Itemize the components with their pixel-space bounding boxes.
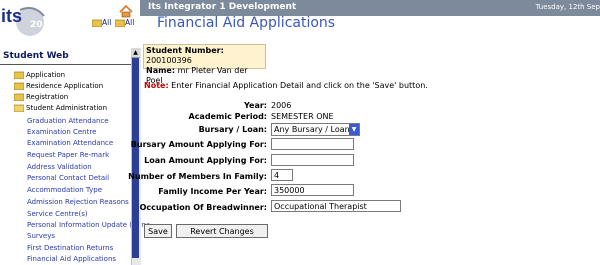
- breadwinner-occupation-label: Occupation Of Breadwinner:: [139, 203, 267, 212]
- sidebar-item-label: Registration: [26, 93, 69, 101]
- sidebar-subitem-active[interactable]: Financial Aid Applications: [27, 255, 116, 263]
- sidebar-subitem[interactable]: Surveys: [27, 232, 55, 240]
- bursary-loan-selected: Any Bursary / Loan: [274, 125, 350, 134]
- sidebar-item-registration[interactable]: Registration: [14, 93, 68, 101]
- sidebar-item-label: Application: [26, 71, 66, 79]
- sidebar-divider: [0, 64, 140, 65]
- student-name-label: Name:: [146, 66, 176, 75]
- family-income-label: Famliy Income Per Year:: [158, 187, 267, 196]
- sidebar-item-application[interactable]: Application: [14, 71, 65, 79]
- sidebar-subitem[interactable]: Address Validation: [27, 163, 92, 171]
- breadwinner-occupation-input[interactable]: Occupational Therapist: [271, 200, 401, 212]
- academic-period-value: SEMESTER ONE: [271, 112, 334, 121]
- date-label: Tuesday, 12th Sep: [535, 3, 600, 11]
- note-label: Note:: [144, 81, 169, 90]
- family-income-input[interactable]: 350000: [271, 184, 354, 196]
- save-button[interactable]: Save: [144, 224, 172, 238]
- folder-open-icon: [14, 104, 24, 112]
- folder-icon: [92, 19, 102, 27]
- folder-icon: [14, 82, 24, 90]
- folder-icon: [14, 93, 24, 101]
- sidebar-subitem[interactable]: Accommodation Type: [27, 186, 102, 194]
- revert-changes-button[interactable]: Revert Changes: [176, 224, 268, 238]
- family-members-label: Number of Members In Family:: [128, 172, 267, 181]
- bursary-amount-input[interactable]: [271, 138, 354, 150]
- bursary-amount-label: Bursary Amount Applying For:: [130, 140, 267, 149]
- sidebar-item-label: Residence Application: [26, 82, 104, 90]
- all-link-2[interactable]: All: [115, 18, 134, 27]
- sidebar-subitem[interactable]: Request Paper Re-mark: [27, 151, 109, 159]
- loan-amount-label: Loan Amount Applying For:: [144, 156, 267, 165]
- logo-text: its: [1, 6, 23, 26]
- all-link-2-label: All: [125, 18, 135, 27]
- page-title: Financial Aid Applications: [157, 15, 336, 31]
- academic-period-label: Academic Period:: [188, 112, 268, 121]
- year-label: Year:: [243, 101, 267, 110]
- note-message: Enter Financial Application Detail and c…: [168, 81, 428, 90]
- scrollbar-thumb[interactable]: [132, 58, 139, 258]
- sidebar-item-residence[interactable]: Residence Application: [14, 82, 103, 90]
- year-value: 2006: [271, 101, 292, 110]
- note-text: Note: Enter Financial Application Detail…: [144, 81, 428, 90]
- all-link-1[interactable]: All: [92, 18, 111, 27]
- family-members-input[interactable]: 4: [271, 169, 293, 181]
- sidebar-subitem[interactable]: Admission Rejection Reasons: [27, 198, 129, 206]
- student-number: 200100396: [146, 56, 192, 65]
- sidebar-item-label: Student Administration: [26, 104, 108, 112]
- its-logo: its 20: [0, 0, 48, 40]
- sidebar-item-student-administration[interactable]: Student Administration: [14, 104, 107, 112]
- sidebar-title: Student Web: [3, 51, 69, 61]
- bursary-loan-select[interactable]: Any Bursary / Loan ▼: [271, 123, 360, 136]
- bursary-loan-label: Bursary / Loan:: [198, 125, 267, 134]
- chevron-down-icon[interactable]: ▼: [349, 124, 359, 135]
- sidebar-subitem[interactable]: Service Centre(s): [27, 210, 88, 218]
- student-info-box: Student Number: 200100396 Name: mr Piete…: [143, 44, 266, 85]
- sidebar-subitem[interactable]: First Destination Returns: [27, 244, 113, 252]
- sidebar-subitem[interactable]: Personal Contact Detail: [27, 174, 109, 182]
- app-title: Its Integrator 1 Development: [148, 2, 297, 12]
- all-link-1-label: All: [102, 18, 112, 27]
- sidebar-subitem[interactable]: Examination Centre: [27, 128, 96, 136]
- sidebar-subitem[interactable]: Examination Attendance: [27, 139, 113, 147]
- scroll-up-arrow-icon[interactable]: ▲: [131, 48, 140, 58]
- student-number-label: Student Number:: [146, 46, 224, 55]
- logo-badge: 20: [30, 20, 43, 30]
- folder-icon: [14, 71, 24, 79]
- folder-icon: [115, 19, 125, 27]
- sidebar-subitem[interactable]: Graduation Attendance: [27, 117, 109, 125]
- loan-amount-input[interactable]: [271, 154, 354, 166]
